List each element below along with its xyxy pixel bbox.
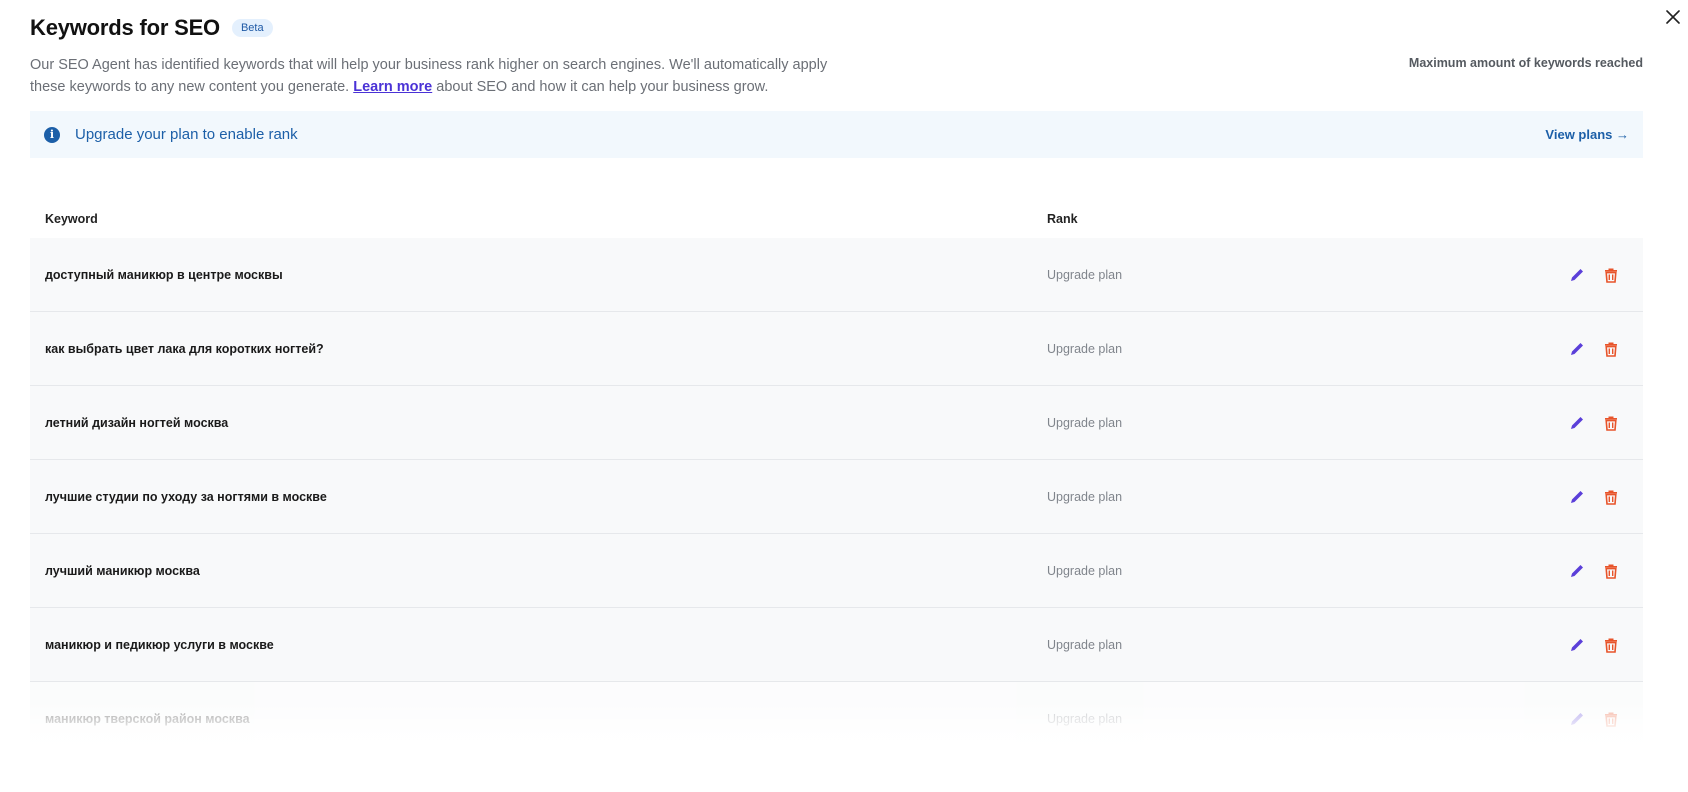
row-actions [1567,339,1621,359]
table-row: маникюр и педикюр услуги в москве Upgrade… [30,608,1643,682]
trash-icon [1605,564,1617,579]
pencil-icon [1571,713,1583,725]
keyword-cell: лучший маникюр москва [45,563,200,578]
table-row: маникюр тверской район москва Upgrade pla… [30,682,1643,756]
row-actions [1567,709,1621,729]
table-row: лучшие студии по уходу за ногтями в моск… [30,460,1643,534]
banner-text: Upgrade your plan to enable rank [75,126,298,143]
delete-keyword-button[interactable] [1601,413,1621,433]
close-button[interactable] [1662,6,1684,28]
edit-keyword-button[interactable] [1567,635,1587,655]
delete-keyword-button[interactable] [1601,487,1621,507]
rank-cell: Upgrade plan [1047,267,1123,282]
pencil-icon [1571,564,1583,577]
rank-cell: Upgrade plan [1047,712,1123,726]
rank-cell: Upgrade plan [1047,489,1123,504]
beta-badge: Beta [231,19,273,37]
trash-icon [1605,490,1617,505]
rank-cell: Upgrade plan [1047,341,1123,356]
row-actions [1567,265,1621,285]
keyword-cell: как выбрать цвет лака для коротких ногте… [45,341,324,356]
trash-icon [1605,712,1617,727]
trash-icon [1605,416,1617,431]
keyword-cell: маникюр тверской район москва [45,712,250,726]
row-actions [1567,487,1621,507]
keyword-cell: доступный маникюр в центре москвы [45,267,283,282]
rank-cell: Upgrade plan [1047,563,1123,578]
pencil-icon [1571,416,1583,429]
row-actions [1567,635,1621,655]
edit-keyword-button[interactable] [1567,339,1587,359]
trash-icon [1605,638,1617,653]
row-actions [1567,561,1621,581]
keywords-table: Keyword Rank доступный маникюр в центре … [30,200,1643,756]
column-header-keyword: Keyword [45,212,98,226]
table-body: доступный маникюр в центре москвы Upgrade… [30,238,1643,756]
delete-keyword-button[interactable] [1601,265,1621,285]
pencil-icon [1571,638,1583,651]
edit-keyword-button[interactable] [1567,487,1587,507]
trash-icon [1605,342,1617,357]
pencil-icon [1571,490,1583,503]
description-text-end: about SEO and how it can help your busin… [436,79,769,95]
pencil-icon [1571,342,1583,355]
page-title: Keywords for SEO [30,15,220,40]
column-header-rank: Rank [1047,212,1078,226]
page-description: Our SEO Agent has identified keywords th… [30,54,850,98]
delete-keyword-button[interactable] [1601,561,1621,581]
table-row: летний дизайн ногтей москва Upgrade plan [30,386,1643,460]
edit-keyword-button[interactable] [1567,265,1587,285]
max-keywords-note: Maximum amount of keywords reached [1408,56,1643,70]
table-row: как выбрать цвет лака для коротких ногте… [30,312,1643,386]
upgrade-banner: i Upgrade your plan to enable rank View … [30,111,1643,158]
learn-more-link[interactable]: Learn more [353,79,432,95]
edit-keyword-button[interactable] [1567,413,1587,433]
table-row: лучший маникюр москва Upgrade plan [30,534,1643,608]
row-actions [1567,413,1621,433]
keyword-cell: лучшие студии по уходу за ногтями в моск… [45,489,327,504]
delete-keyword-button[interactable] [1601,709,1621,729]
rank-cell: Upgrade plan [1047,637,1123,652]
table-header: Keyword Rank [30,200,1643,238]
delete-keyword-button[interactable] [1601,339,1621,359]
pencil-icon [1571,268,1583,281]
trash-icon [1605,268,1617,283]
view-plans-link[interactable]: View plans → [1545,127,1629,142]
page-header: Keywords for SEO Beta Our SEO Agent has … [30,14,850,98]
keyword-cell: маникюр и педикюр услуги в москве [45,637,274,652]
close-icon [1666,10,1680,24]
edit-keyword-button[interactable] [1567,709,1587,729]
edit-keyword-button[interactable] [1567,561,1587,581]
delete-keyword-button[interactable] [1601,635,1621,655]
info-icon: i [44,126,60,143]
table-row: доступный маникюр в центре москвы Upgrade… [30,238,1643,312]
rank-cell: Upgrade plan [1047,415,1123,430]
keyword-cell: летний дизайн ногтей москва [45,415,229,430]
